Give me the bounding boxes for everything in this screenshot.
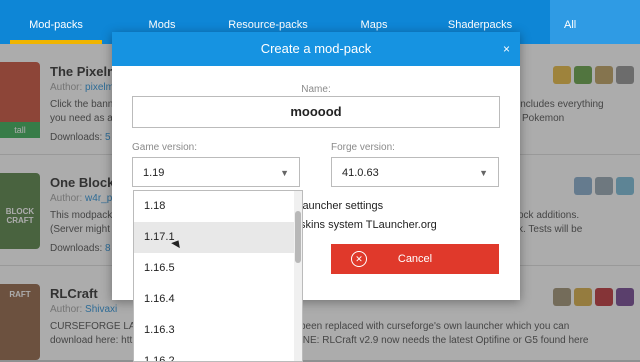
- game-version-select[interactable]: 1.19 ▼: [132, 157, 300, 187]
- dialog-title: Create a mod-pack: [260, 41, 372, 56]
- scrollbar-thumb[interactable]: [295, 211, 301, 263]
- launcher-settings-checkbox-label[interactable]: launcher settings: [300, 200, 383, 212]
- tab-all[interactable]: All: [550, 0, 640, 44]
- name-label: Name:: [301, 84, 331, 95]
- chevron-down-icon: ▼: [280, 168, 289, 178]
- version-option[interactable]: 1.16.3: [134, 315, 302, 346]
- forge-version-value: 41.0.63: [342, 167, 379, 179]
- x-circle-icon: ✕: [351, 251, 367, 267]
- close-icon[interactable]: ×: [503, 32, 510, 66]
- version-option[interactable]: 1.18: [134, 191, 302, 222]
- dialog-header: Create a mod-pack ×: [112, 32, 520, 66]
- version-option[interactable]: 1.16.4: [134, 284, 302, 315]
- forge-version-select[interactable]: 41.0.63 ▼: [331, 157, 499, 187]
- game-version-label: Game version:: [132, 142, 198, 153]
- version-option[interactable]: 1.16.5: [134, 253, 302, 284]
- dropdown-scrollbar[interactable]: [294, 191, 302, 361]
- tab-mod-packs[interactable]: Mod-packs: [10, 0, 102, 44]
- forge-version-label: Forge version:: [331, 142, 395, 153]
- game-version-value: 1.19: [143, 167, 165, 179]
- skins-system-checkbox-label[interactable]: skins system TLauncher.org: [300, 219, 437, 231]
- version-option[interactable]: 1.17.1: [134, 222, 302, 253]
- game-version-dropdown: 1.18 1.17.1 1.16.5 1.16.4 1.16.3 1.16.2: [133, 190, 303, 362]
- cancel-button[interactable]: ✕ Cancel: [331, 244, 499, 274]
- name-input[interactable]: mooood: [132, 96, 500, 128]
- chevron-down-icon: ▼: [479, 168, 488, 178]
- cancel-label: Cancel: [397, 253, 433, 265]
